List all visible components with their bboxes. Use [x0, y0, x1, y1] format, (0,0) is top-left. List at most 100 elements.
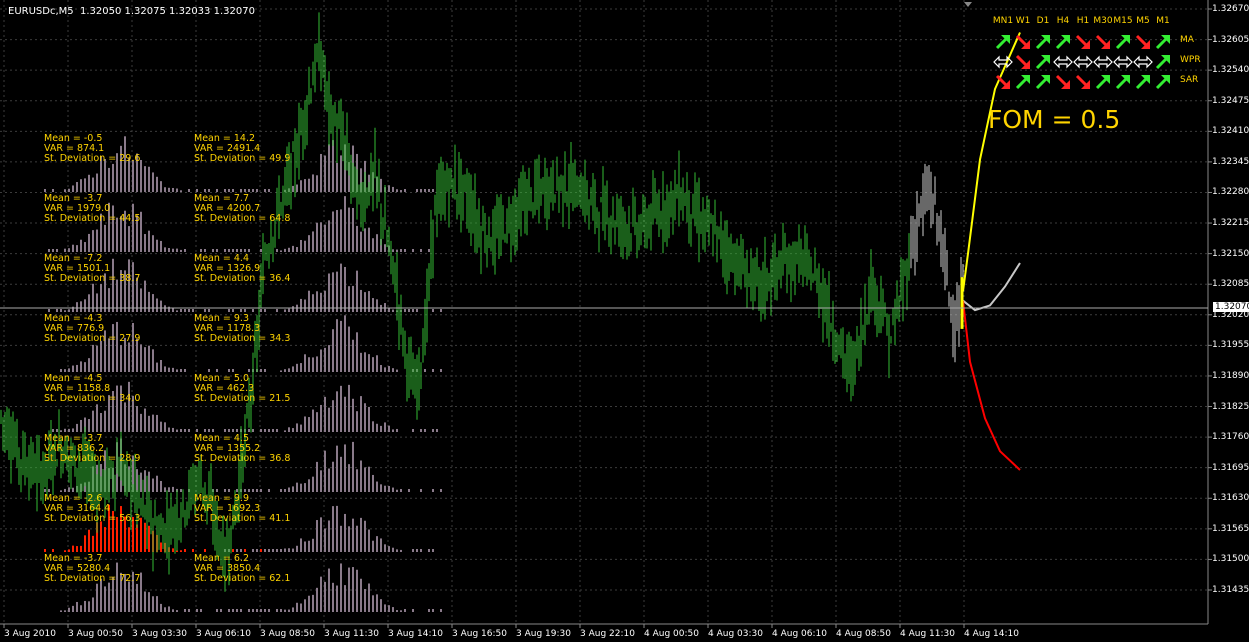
histogram-bar: [300, 298, 302, 312]
histogram-bar: [356, 469, 358, 492]
histogram-bar: [344, 396, 346, 432]
histogram-bar: [348, 207, 350, 252]
histogram-bar: [268, 549, 270, 552]
histogram-bar: [320, 517, 322, 552]
histogram-bar: [188, 309, 190, 312]
histogram-bar: [136, 406, 138, 432]
histogram-bar: [80, 605, 82, 612]
histogram-bar: [284, 309, 286, 312]
time-tick-label: 4 Aug 03:30: [708, 629, 763, 639]
histogram-bar: [316, 520, 318, 552]
arrow-up-icon: [1035, 55, 1050, 70]
price-chart[interactable]: [0, 0, 1249, 642]
stats-sd: St. Deviation = 64.8: [194, 213, 291, 224]
histogram-bar: [428, 249, 430, 252]
histogram-bar: [148, 592, 150, 612]
histogram-bar: [44, 549, 46, 552]
histogram-bar: [292, 428, 294, 432]
histogram-bar: [380, 365, 382, 372]
histogram-bar: [384, 544, 386, 552]
histogram-bar: [396, 189, 398, 192]
histogram-bar: [52, 249, 54, 252]
histogram-bar: [124, 402, 126, 432]
histogram-bar: [336, 163, 338, 192]
histogram-bar: [180, 429, 182, 432]
stats-sd: St. Deviation = 28.9: [44, 453, 141, 464]
histogram-bar: [404, 249, 406, 252]
time-tick-label: 3 Aug 16:50: [452, 629, 507, 639]
price-tick-label: 1.32085: [1212, 279, 1249, 290]
histogram-bar: [304, 299, 306, 312]
histogram-bar: [212, 249, 214, 252]
histogram-bar: [384, 604, 386, 612]
histogram-bar: [284, 430, 286, 432]
histogram-bar: [352, 518, 354, 552]
histogram-bar: [324, 450, 326, 492]
histogram-bar: [168, 248, 170, 252]
histogram-bar: [68, 487, 70, 492]
time-tick-label: 4 Aug 14:10: [964, 629, 1019, 639]
histogram-bar: [392, 547, 394, 552]
histogram-bar: [304, 240, 306, 252]
histogram-bar: [328, 273, 330, 312]
histogram-bar: [404, 189, 406, 192]
histogram-bar: [256, 189, 258, 192]
histogram-bar: [76, 182, 78, 192]
histogram-bar: [328, 520, 330, 552]
histogram-bar: [164, 607, 166, 612]
stats-block: Mean = 4.5 VAR = 1355.2 St. Deviation = 36…: [194, 434, 290, 464]
histogram-bar: [84, 242, 86, 252]
histogram-bar: [404, 309, 406, 312]
histogram-bar: [392, 429, 394, 432]
histogram-bar: [428, 609, 430, 612]
histogram-bar: [72, 185, 74, 192]
histogram-bar: [308, 540, 310, 552]
histogram-bar: [116, 279, 118, 312]
histogram-bar: [60, 369, 62, 372]
arrow-neutral-icon: [1053, 55, 1073, 69]
histogram-bar: [80, 419, 82, 432]
histogram-bar: [232, 429, 234, 432]
histogram-bar: [208, 309, 210, 312]
histogram-bar: [128, 527, 130, 552]
histogram-bar: [372, 298, 374, 312]
histogram-bar: [368, 291, 370, 312]
histogram-bar: [400, 610, 402, 612]
histogram-bar: [376, 536, 378, 552]
histogram-bar: [244, 489, 246, 492]
histogram-bar: [232, 309, 234, 312]
stats-block: Mean = 14.2 VAR = 2491.4 St. Deviation = 4…: [194, 134, 290, 164]
histogram-bar: [200, 249, 202, 252]
histogram-bar: [336, 585, 338, 612]
stats-block: Mean = 4.4 VAR = 1326.9 St. Deviation = 36…: [194, 254, 290, 284]
histogram-bar: [260, 489, 262, 492]
histogram-bar: [308, 290, 310, 312]
histogram-bar: [76, 423, 78, 432]
histogram-bar: [360, 352, 362, 372]
stats-block: Mean = 7.7 VAR = 4200.7 St. Deviation = 64…: [194, 194, 290, 224]
histogram-bar: [192, 549, 194, 552]
time-tick-label: 4 Aug 06:10: [772, 629, 827, 639]
histogram-bar: [276, 549, 278, 552]
histogram-bar: [236, 489, 238, 492]
histogram-bar: [176, 188, 178, 192]
stats-sd: St. Deviation = 29.6: [44, 153, 141, 164]
histogram-bar: [424, 369, 426, 372]
histogram-bar: [400, 190, 402, 192]
histogram-bar: [224, 489, 226, 492]
histogram-bar: [228, 309, 230, 312]
histogram-bar: [180, 309, 182, 312]
forecast-lower-line: [962, 300, 1021, 471]
histogram-bar: [296, 423, 298, 432]
histogram-bar: [328, 220, 330, 252]
histogram-bar: [280, 609, 282, 612]
histogram-bar: [308, 417, 310, 432]
histogram-bar: [324, 224, 326, 252]
histogram-bar: [184, 309, 186, 312]
stats-sd: St. Deviation = 56.3: [44, 513, 141, 524]
histogram-bar: [160, 181, 162, 192]
histogram-bar: [356, 225, 358, 252]
histogram-bar: [68, 607, 70, 612]
histogram-bar: [416, 309, 418, 312]
histogram-bar: [128, 342, 130, 372]
